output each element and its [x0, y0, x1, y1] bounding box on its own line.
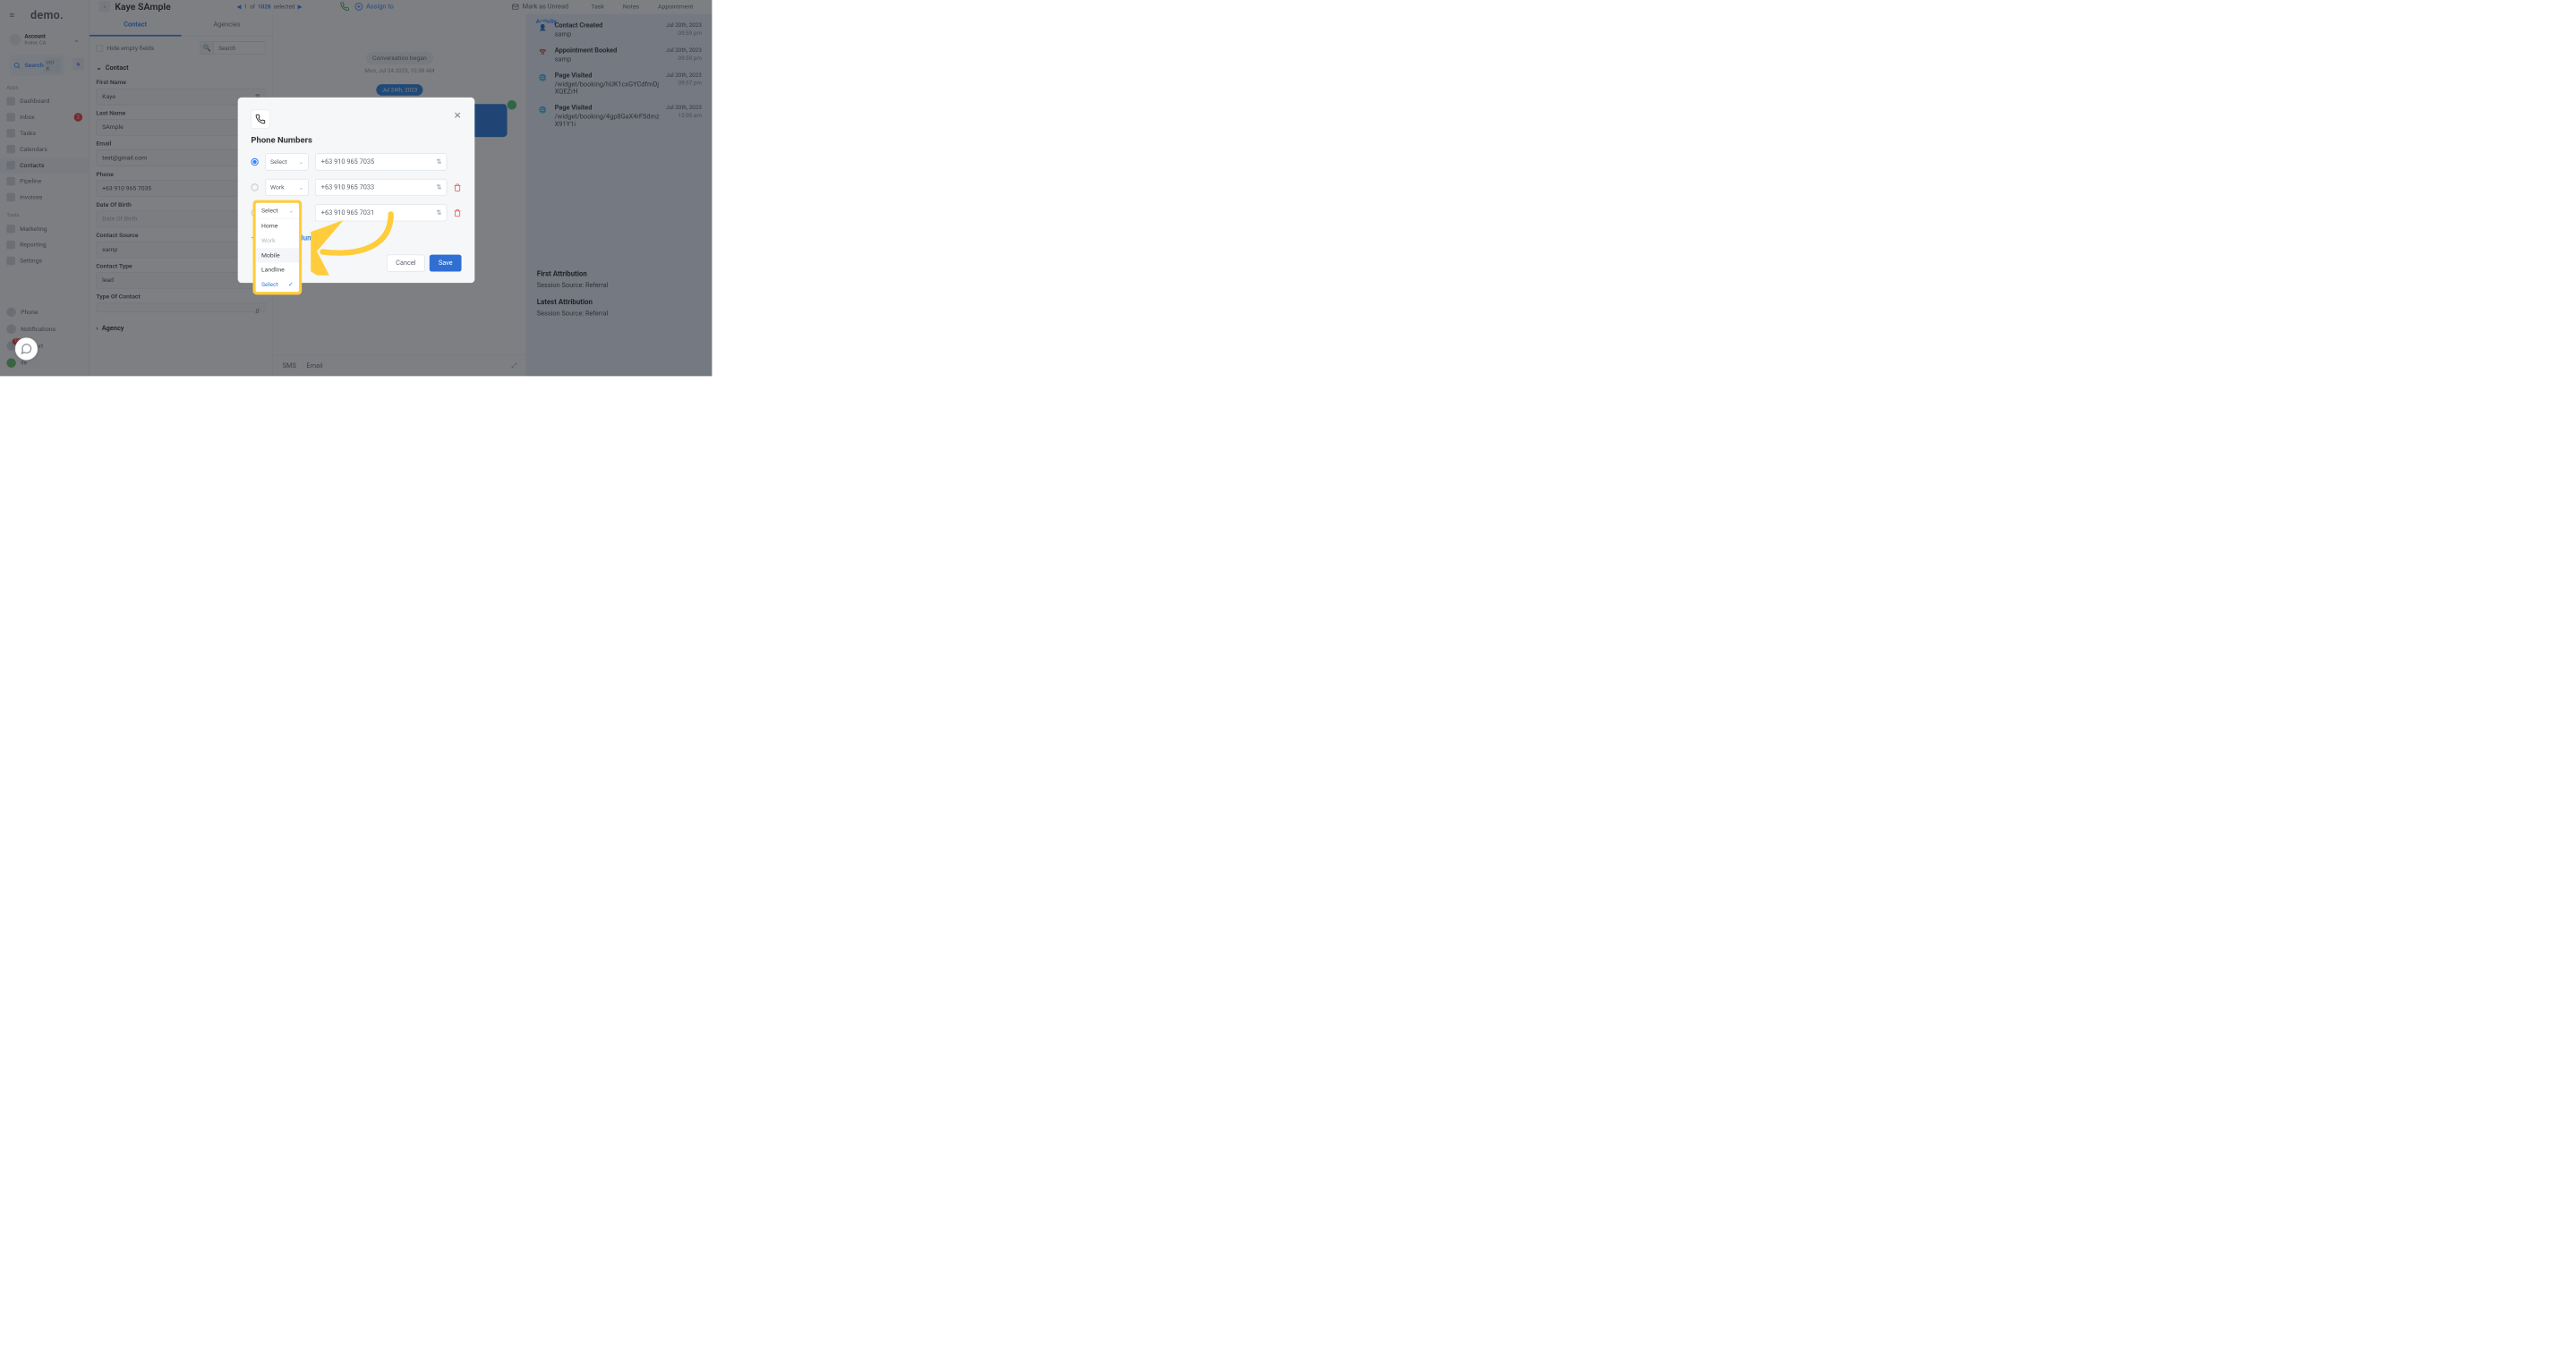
phone-type-select[interactable]: Work⌄ — [265, 179, 308, 196]
dropdown-trigger[interactable]: Select⌄ — [256, 203, 299, 219]
primary-radio[interactable] — [251, 158, 258, 166]
chevron-down-icon: ⌄ — [289, 208, 294, 214]
phone-number-input[interactable]: +63 910 965 7033⇅ — [315, 179, 447, 196]
dropdown-option-home[interactable]: Home — [256, 219, 299, 234]
dropdown-option-select[interactable]: Select✓ — [256, 277, 299, 292]
phone-modal-icon — [251, 110, 269, 129]
primary-radio[interactable] — [251, 183, 258, 191]
close-icon[interactable]: ✕ — [454, 110, 462, 122]
phone-type-dropdown-highlight: Select⌄ Home Work Mobile Landline Select… — [253, 200, 303, 295]
phone-row: Work⌄ +63 910 965 7033⇅ — [251, 179, 461, 196]
dropdown-option-landline[interactable]: Landline — [256, 263, 299, 277]
phone-number-input[interactable]: +63 910 965 7031⇅ — [315, 204, 447, 221]
dnd-icon[interactable]: ⇅ — [436, 183, 441, 191]
phone-type-select[interactable]: Select⌄ — [265, 154, 308, 171]
delete-phone-icon[interactable] — [454, 183, 462, 191]
dropdown-option-work[interactable]: Work — [256, 234, 299, 248]
phone-row: Select⌄ +63 910 965 7035⇅ — [251, 154, 461, 171]
phone-number-input[interactable]: +63 910 965 7035⇅ — [315, 154, 447, 171]
chat-widget-button[interactable] — [15, 337, 38, 360]
cancel-button[interactable]: Cancel — [387, 255, 424, 272]
save-button[interactable]: Save — [430, 255, 462, 272]
delete-phone-icon[interactable] — [454, 208, 462, 217]
dropdown-option-mobile[interactable]: Mobile — [256, 248, 299, 262]
dnd-icon[interactable]: ⇅ — [436, 209, 441, 217]
modal-title: Phone Numbers — [251, 135, 461, 145]
check-icon: ✓ — [288, 281, 294, 288]
dnd-icon[interactable]: ⇅ — [436, 158, 441, 166]
